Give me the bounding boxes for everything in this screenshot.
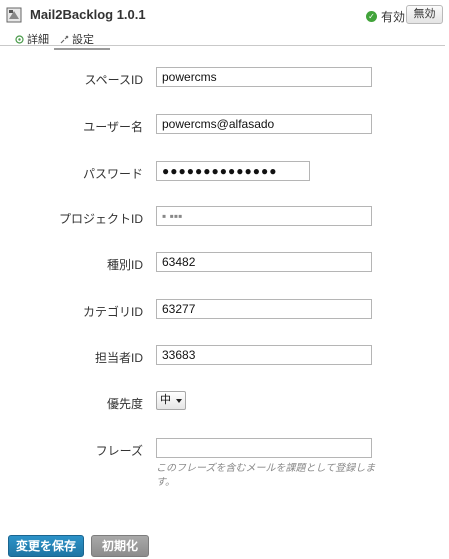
category-id-input[interactable]: 63277 [156, 299, 372, 319]
category-id-label: カテゴリID [82, 305, 143, 319]
priority-select[interactable]: 中 [156, 391, 186, 410]
phrase-input[interactable] [156, 438, 372, 458]
assignee-id-input[interactable]: 33683 [156, 345, 372, 365]
space-id-row: スペースID powercms [0, 67, 449, 89]
disable-button[interactable]: 無効 [406, 5, 443, 24]
tab-bar: 詳細 設定 [0, 30, 449, 50]
save-button[interactable]: 変更を保存 [8, 535, 84, 557]
space-id-label: スペースID [84, 73, 143, 87]
phrase-label: フレーズ [95, 444, 143, 458]
priority-value: 中 [160, 394, 171, 406]
assignee-id-label: 担当者ID [94, 351, 143, 365]
project-id-input[interactable]: ▪ ▪▪▪ [156, 206, 372, 226]
priority-label: 優先度 [106, 397, 143, 411]
project-id-row: プロジェクトID ▪ ▪▪▪ [0, 206, 449, 228]
status-label: 有効 [381, 10, 406, 24]
user-name-row: ユーザー名 powercms@alfasado [0, 114, 449, 136]
type-id-label: 種別ID [106, 258, 143, 272]
password-label: パスワード [82, 167, 143, 181]
phrase-hint: このフレーズを含むメールを課題として登録します。 [156, 463, 376, 488]
reset-button[interactable]: 初期化 [91, 535, 149, 557]
user-name-input[interactable]: powercms@alfasado [156, 114, 372, 134]
plugin-header: Mail2Backlog 1.0.1 ✓ 有効 無効 [0, 0, 449, 30]
plugin-icon [6, 7, 22, 23]
type-id-input[interactable]: 63482 [156, 252, 372, 272]
plugin-title: Mail2Backlog 1.0.1 [30, 7, 146, 22]
settings-icon [60, 35, 69, 43]
password-input[interactable]: ●●●●●●●●●●●●●● [156, 161, 310, 181]
space-id-input[interactable]: powercms [156, 67, 372, 87]
active-tab-indicator [54, 48, 110, 50]
check-circle-icon: ✓ [366, 11, 377, 22]
user-name-label: ユーザー名 [83, 120, 143, 134]
header-divider [0, 45, 445, 46]
chevron-down-icon [176, 399, 182, 403]
phrase-row: フレーズ [0, 438, 449, 460]
project-id-label: プロジェクトID [58, 212, 143, 226]
category-id-row: カテゴリID 63277 [0, 299, 449, 321]
status-indicator: ✓ 有効 [366, 8, 405, 25]
priority-row: 優先度 中 [0, 391, 449, 413]
details-icon [15, 34, 24, 44]
type-id-row: 種別ID 63482 [0, 252, 449, 274]
password-row: パスワード ●●●●●●●●●●●●●● [0, 161, 449, 183]
assignee-id-row: 担当者ID 33683 [0, 345, 449, 367]
